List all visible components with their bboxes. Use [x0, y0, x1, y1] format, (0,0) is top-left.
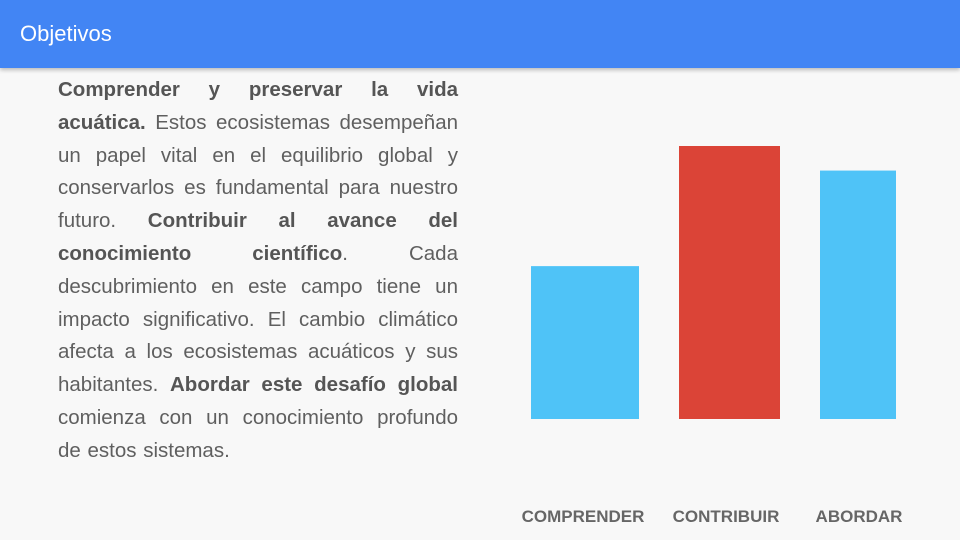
objectives-bar-chart: COMPRENDER CONTRIBUIR ABORDAR	[522, 146, 903, 526]
bar-abordar	[820, 170, 896, 419]
objectives-text: Comprender y preservar la vida acuática.…	[58, 74, 458, 468]
x-tick-label-abordar: ABORDAR	[816, 507, 903, 526]
objective-3-text: comienza con un conocimiento profundo de…	[58, 405, 458, 462]
bar-contribuir	[679, 146, 780, 419]
x-tick-label-contribuir: CONTRIBUIR	[673, 507, 780, 526]
bar-comprender	[531, 266, 639, 419]
x-tick-label-comprender: COMPRENDER	[522, 507, 645, 526]
slide-title: Objetivos	[20, 21, 112, 46]
objective-3-heading: Abordar este desafío global	[170, 373, 458, 397]
slide-header: Objetivos	[0, 0, 960, 68]
